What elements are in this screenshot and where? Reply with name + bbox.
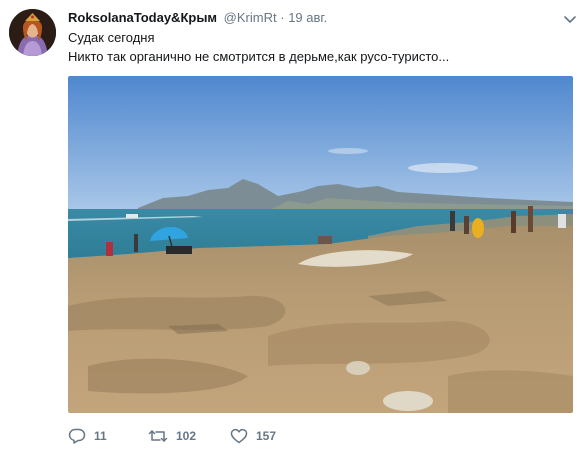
chevron-down-icon[interactable] xyxy=(563,12,577,23)
avatar-portrait xyxy=(9,9,56,56)
separator-dot: · xyxy=(280,10,285,25)
author-name[interactable]: RoksolanaToday&Крым xyxy=(68,10,217,25)
heart-icon xyxy=(230,428,248,444)
tweet-text-line-1: Судак сегодня xyxy=(68,30,155,45)
reply-icon xyxy=(68,428,86,444)
tweet-text-line-2: Никто так органично не смотрится в дерьм… xyxy=(68,49,450,64)
retweet-icon xyxy=(148,430,168,442)
tweet-date[interactable]: 19 авг. xyxy=(288,10,327,25)
tweet-photo[interactable] xyxy=(68,76,573,413)
reply-button[interactable]: 11 xyxy=(68,426,107,446)
tweet-header: RoksolanaToday&Крым @KrimRt · 19 авг. xyxy=(68,10,563,28)
reply-count: 11 xyxy=(94,429,107,443)
avatar[interactable] xyxy=(9,9,56,56)
like-button[interactable]: 157 xyxy=(230,426,276,446)
like-count: 157 xyxy=(256,429,277,443)
author-handle[interactable]: @KrimRt xyxy=(224,10,277,25)
retweet-button[interactable]: 102 xyxy=(148,426,196,446)
tweet-actions: 11 102 157 xyxy=(68,426,583,446)
retweet-count: 102 xyxy=(176,429,197,443)
